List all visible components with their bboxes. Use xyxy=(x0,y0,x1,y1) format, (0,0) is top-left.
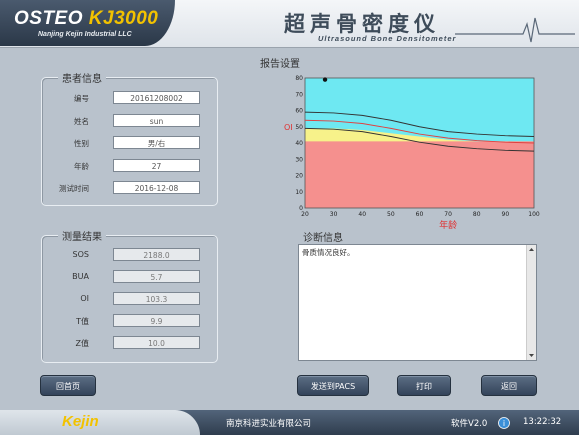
field-value[interactable]: 20161208002 xyxy=(113,91,200,104)
results-title: 测量结果 xyxy=(58,228,106,243)
pulse-wave-icon xyxy=(455,17,575,43)
x-tick-label: 70 xyxy=(444,211,452,218)
logo-subtitle: Nanjing Kejin Industrial LLC xyxy=(38,31,132,38)
field-value: 5.7 xyxy=(113,270,200,283)
y-tick-label: 40 xyxy=(295,140,303,147)
x-tick-label: 100 xyxy=(528,211,540,218)
field-value: 2188.0 xyxy=(113,248,200,261)
field-label: BUA xyxy=(72,272,89,281)
field-label: 测试时间 xyxy=(59,184,89,193)
patient-point xyxy=(322,77,328,82)
print-button[interactable]: 打印 xyxy=(397,375,451,396)
logo-model: KJ3000 xyxy=(88,8,159,29)
field-value[interactable]: sun xyxy=(113,113,200,127)
band-low xyxy=(305,141,534,208)
scroll-arrows-icon xyxy=(529,248,534,357)
y-tick-label: 50 xyxy=(295,124,303,131)
y-tick-label: 60 xyxy=(295,108,303,115)
field-label: SOS xyxy=(72,250,89,259)
x-tick-label: 20 xyxy=(301,211,309,218)
x-tick-label: 40 xyxy=(358,211,366,218)
field-value: 10.0 xyxy=(113,336,200,349)
x-axis-label: 年龄 xyxy=(439,219,457,231)
diagnosis-text: 骨质情况良好。 xyxy=(302,248,355,257)
info-icon[interactable]: i xyxy=(498,417,510,429)
svg-text:i: i xyxy=(503,419,505,428)
home-button[interactable]: 回首页 xyxy=(40,375,96,396)
field-value[interactable]: 27 xyxy=(113,158,200,172)
field-label: 编号 xyxy=(74,94,89,103)
field-label: OI xyxy=(80,294,89,303)
clock: 13:22:32 xyxy=(523,417,562,427)
company-name: 南京科进实业有限公司 xyxy=(226,419,312,429)
y-axis-label: OI xyxy=(284,123,293,132)
footer-brand-band xyxy=(0,410,200,435)
diagnosis-title: 诊断信息 xyxy=(303,233,343,244)
field-value[interactable]: 男/右 xyxy=(113,136,200,149)
app-logo: OSTEO KJ3000 xyxy=(14,8,158,30)
x-tick-label: 30 xyxy=(330,211,338,218)
field-value[interactable]: 2016-12-08 xyxy=(113,181,200,194)
field-label: 年龄 xyxy=(74,161,89,171)
report-settings-title: 报告设置 xyxy=(260,59,300,70)
x-tick-label: 50 xyxy=(387,211,395,218)
x-tick-label: 80 xyxy=(473,211,481,218)
diagnosis-scrollbar[interactable] xyxy=(526,245,536,360)
footer-brand: Kejin xyxy=(62,413,99,430)
y-tick-label: 80 xyxy=(295,75,303,82)
field-label: Z值 xyxy=(75,339,89,348)
x-tick-label: 60 xyxy=(416,211,424,218)
logo-main: OSTEO xyxy=(14,8,84,29)
y-tick-label: 20 xyxy=(295,173,303,180)
y-tick-label: 10 xyxy=(295,189,303,196)
y-tick-label: 30 xyxy=(295,156,303,163)
oi-age-chart: 20 30 40 50 60 70 80 90 100 0 10 20 30 40 50 60 70 80 OI 年龄 xyxy=(284,75,540,231)
y-tick-label: 70 xyxy=(295,91,303,98)
field-value: 9.9 xyxy=(113,314,200,327)
app-title-en: Ultrasound Bone Densitometer xyxy=(318,34,457,43)
field-label: 性别 xyxy=(74,139,89,148)
x-tick-label: 90 xyxy=(502,211,510,218)
field-label: T值 xyxy=(76,317,89,326)
patient-info-title: 患者信息 xyxy=(58,70,106,85)
field-label: 姓名 xyxy=(74,116,89,126)
field-value: 103.3 xyxy=(113,292,200,305)
send-pacs-button[interactable]: 发送到PACS xyxy=(297,375,369,396)
software-version: 软件V2.0 xyxy=(451,419,488,429)
diagnosis-textarea[interactable] xyxy=(298,244,537,361)
back-button[interactable]: 返回 xyxy=(481,375,537,396)
y-tick-label: 0 xyxy=(299,205,303,212)
